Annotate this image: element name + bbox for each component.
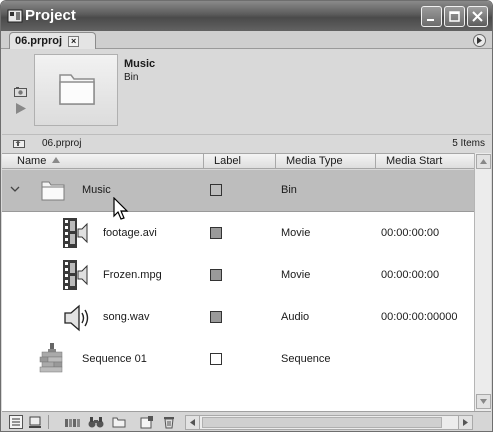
folder-icon bbox=[59, 74, 95, 105]
speaker-icon bbox=[64, 304, 89, 332]
minimize-button[interactable] bbox=[421, 6, 442, 27]
close-icon bbox=[472, 11, 483, 22]
item-media-type: Bin bbox=[281, 184, 297, 196]
chevron-down-icon[interactable] bbox=[10, 186, 20, 193]
arrow-down-icon bbox=[480, 399, 487, 404]
maximize-button[interactable] bbox=[444, 6, 465, 27]
column-header-label[interactable]: Label bbox=[214, 155, 241, 167]
preview-area: Music Bin bbox=[2, 50, 491, 132]
preview-item-name: Music bbox=[124, 58, 156, 70]
tab-project-file[interactable]: 06.prproj × bbox=[9, 32, 96, 49]
new-bin-icon[interactable] bbox=[112, 415, 126, 429]
app-icon bbox=[7, 9, 23, 23]
list-item[interactable]: Music Bin bbox=[2, 170, 474, 212]
column-header-media-type[interactable]: Media Type bbox=[286, 155, 343, 167]
tab-strip: 06.prproj × bbox=[1, 31, 492, 49]
column-header-media-start[interactable]: Media Start bbox=[386, 155, 442, 167]
item-name: Sequence 01 bbox=[82, 353, 147, 365]
path-bar: 06.prproj 5 Items bbox=[2, 134, 491, 152]
camera-icon[interactable] bbox=[14, 87, 28, 97]
play-small-icon bbox=[477, 37, 482, 44]
trash-icon[interactable] bbox=[162, 415, 176, 429]
column-header-name[interactable]: Name bbox=[17, 155, 61, 167]
item-name: song.wav bbox=[103, 311, 150, 323]
label-color-swatch[interactable] bbox=[210, 311, 222, 323]
column-divider[interactable] bbox=[375, 154, 376, 168]
label-color-swatch[interactable] bbox=[210, 184, 222, 196]
icon-view-icon[interactable] bbox=[28, 415, 42, 429]
scroll-up-button[interactable] bbox=[476, 154, 491, 169]
scroll-left-button[interactable] bbox=[185, 415, 200, 430]
automate-to-sequence-icon[interactable] bbox=[64, 415, 82, 429]
vertical-scrollbar[interactable] bbox=[474, 153, 491, 411]
new-item-icon[interactable] bbox=[140, 415, 154, 429]
list-item[interactable]: Sequence 01 Sequence bbox=[2, 339, 474, 381]
preview-thumbnail bbox=[34, 54, 118, 126]
item-media-start: 00:00:00:00000 bbox=[381, 311, 458, 323]
item-media-type: Movie bbox=[281, 227, 311, 239]
item-name: Music bbox=[82, 184, 111, 196]
label-color-swatch[interactable] bbox=[210, 227, 222, 239]
list-item[interactable]: song.wav Audio 00:00:00:00000 bbox=[2, 297, 474, 339]
list-item[interactable]: footage.avi Movie 00:00:00:00 bbox=[2, 213, 474, 255]
scroll-thumb[interactable] bbox=[202, 417, 442, 428]
list-item[interactable]: Frozen.mpg Movie 00:00:00:00 bbox=[2, 255, 474, 297]
column-divider[interactable] bbox=[275, 154, 276, 168]
horizontal-scrollbar[interactable] bbox=[185, 415, 473, 430]
item-name: Frozen.mpg bbox=[103, 269, 162, 281]
movie-icon bbox=[63, 260, 88, 290]
column-header-row: Name Label Media Type Media Start bbox=[2, 153, 474, 169]
arrow-right-icon bbox=[463, 419, 468, 426]
label-color-swatch[interactable] bbox=[210, 353, 222, 365]
column-divider[interactable] bbox=[203, 154, 204, 168]
folder-icon bbox=[41, 181, 65, 201]
item-media-type: Movie bbox=[281, 269, 311, 281]
item-media-type: Sequence bbox=[281, 353, 331, 365]
parent-folder-icon[interactable] bbox=[13, 138, 25, 148]
items-count: 5 Items bbox=[452, 138, 485, 149]
find-binoculars-icon[interactable] bbox=[88, 415, 104, 429]
item-name: footage.avi bbox=[103, 227, 157, 239]
arrow-up-icon bbox=[480, 159, 487, 164]
sort-ascending-icon bbox=[52, 157, 61, 163]
item-media-type: Audio bbox=[281, 311, 310, 323]
list-view-icon[interactable] bbox=[9, 415, 23, 429]
item-media-start: 00:00:00:00 bbox=[381, 269, 440, 281]
minimize-icon bbox=[427, 19, 434, 21]
title-bar[interactable]: Project bbox=[1, 1, 492, 31]
item-media-start: 00:00:00:00 bbox=[381, 227, 440, 239]
column-name-label: Name bbox=[17, 155, 47, 167]
play-icon[interactable] bbox=[16, 103, 26, 114]
preview-item-type: Bin bbox=[124, 72, 139, 83]
tab-label: 06.prproj bbox=[15, 35, 63, 47]
close-window-button[interactable] bbox=[467, 6, 488, 27]
project-item-list: Music Bin footage.avi Movie 00:00:00:00 bbox=[2, 170, 474, 411]
toolbar-divider bbox=[48, 415, 49, 429]
tab-close-icon[interactable]: × bbox=[68, 35, 80, 47]
movie-icon bbox=[63, 218, 88, 248]
scroll-right-button[interactable] bbox=[458, 415, 473, 430]
mouse-pointer-icon bbox=[113, 197, 129, 220]
current-path: 06.prproj bbox=[42, 138, 82, 149]
maximize-icon bbox=[449, 11, 460, 22]
bottom-toolbar bbox=[2, 411, 491, 431]
window-title: Project bbox=[25, 7, 76, 24]
sequence-icon bbox=[39, 343, 63, 373]
project-panel: Project 06.prproj × Music Bin 06.prproj … bbox=[0, 0, 493, 432]
arrow-left-icon bbox=[190, 419, 195, 426]
scroll-down-button[interactable] bbox=[476, 394, 491, 409]
panel-menu-button[interactable] bbox=[473, 34, 486, 47]
label-color-swatch[interactable] bbox=[210, 269, 222, 281]
